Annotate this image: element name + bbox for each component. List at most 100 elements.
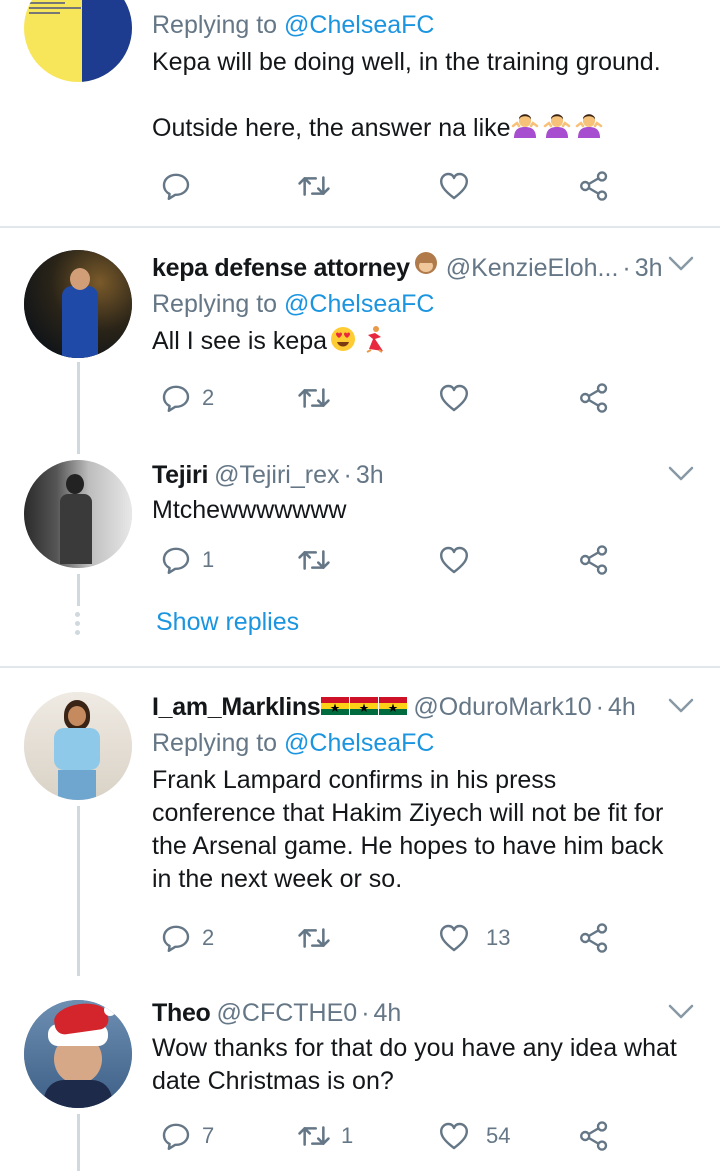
reply-button[interactable]: 2 bbox=[160, 918, 214, 958]
retweet-icon bbox=[297, 381, 331, 415]
avatar[interactable] bbox=[24, 692, 132, 800]
heart-icon bbox=[438, 544, 470, 576]
reply-count: 7 bbox=[202, 1123, 215, 1148]
share-button[interactable] bbox=[578, 166, 610, 206]
heart-icon bbox=[438, 170, 470, 202]
share-icon bbox=[578, 544, 610, 576]
share-button[interactable] bbox=[578, 1116, 610, 1156]
retweet-icon bbox=[297, 1119, 331, 1153]
reply-button[interactable]: 1 bbox=[160, 540, 214, 580]
tweet-header: Theo @CFCTHE0 · 4h bbox=[152, 996, 700, 1030]
share-icon bbox=[578, 1120, 610, 1152]
user-handle[interactable]: @Tejiri_rex bbox=[214, 458, 339, 492]
thread-dots bbox=[75, 612, 81, 639]
retweet-button[interactable]: 1 bbox=[297, 1116, 353, 1156]
tweet-header: I_am_Marklins @OduroMark10 · 4h bbox=[152, 690, 700, 724]
shrug-emoji-icon bbox=[511, 112, 539, 140]
replying-to-label: Replying to bbox=[152, 11, 278, 39]
heart-icon bbox=[438, 922, 470, 954]
reply-button[interactable] bbox=[160, 166, 192, 206]
tweet-text-line: All I see is kepa bbox=[152, 327, 328, 355]
see-no-evil-monkey-emoji-icon bbox=[412, 248, 440, 276]
user-handle[interactable]: @OduroMark10 bbox=[413, 690, 591, 724]
thread-line bbox=[77, 806, 80, 976]
retweet-count: 1 bbox=[341, 1123, 354, 1148]
tweet-4[interactable]: Theo @CFCTHE0 · 4h Wow thanks for that d… bbox=[0, 976, 720, 1171]
chevron-down-icon[interactable] bbox=[668, 256, 694, 272]
chevron-down-icon[interactable] bbox=[668, 1004, 694, 1020]
retweet-icon bbox=[297, 921, 331, 955]
replying-to: Replying to @ChelseaFC bbox=[152, 8, 700, 42]
share-button[interactable] bbox=[578, 540, 610, 580]
like-button[interactable]: 54 bbox=[438, 1116, 510, 1156]
reply-icon bbox=[160, 1120, 192, 1152]
share-icon bbox=[578, 382, 610, 414]
avatar[interactable] bbox=[24, 250, 132, 358]
like-button[interactable] bbox=[438, 166, 470, 206]
share-icon bbox=[578, 170, 610, 202]
thread-line bbox=[77, 1114, 80, 1171]
mention-link[interactable]: @ChelseaFC bbox=[284, 11, 434, 39]
tweet-text: Frank Lampard confirms in his press conf… bbox=[152, 766, 664, 893]
share-button[interactable] bbox=[578, 378, 610, 418]
chevron-down-icon[interactable] bbox=[668, 698, 694, 714]
display-name[interactable]: kepa defense attorney bbox=[152, 251, 410, 285]
shrug-emoji-icon bbox=[543, 112, 571, 140]
heart-icon bbox=[438, 382, 470, 414]
mention-link[interactable]: @ChelseaFC bbox=[284, 729, 434, 757]
retweet-button[interactable] bbox=[297, 166, 331, 206]
timestamp[interactable]: 4h bbox=[608, 690, 636, 724]
separator-dot: · bbox=[361, 999, 370, 1027]
chevron-down-icon[interactable] bbox=[668, 466, 694, 482]
separator-dot: · bbox=[622, 254, 631, 282]
replying-to-label: Replying to bbox=[152, 729, 278, 757]
timestamp[interactable]: 3h bbox=[635, 251, 663, 285]
avatar[interactable] bbox=[24, 0, 132, 82]
retweet-button[interactable] bbox=[297, 378, 331, 418]
tweet-text: All I see is kepa bbox=[152, 325, 700, 358]
tweet-2[interactable]: Tejiri @Tejiri_rex · 3h Mtchewwwwwww 1 S… bbox=[0, 448, 720, 666]
retweet-icon bbox=[297, 169, 331, 203]
avatar[interactable] bbox=[24, 460, 132, 568]
share-icon bbox=[578, 922, 610, 954]
mention-link[interactable]: @ChelseaFC bbox=[284, 290, 434, 318]
like-button[interactable] bbox=[438, 378, 470, 418]
like-button[interactable]: 13 bbox=[438, 918, 510, 958]
timestamp[interactable]: 3h bbox=[356, 458, 384, 492]
share-button[interactable] bbox=[578, 918, 610, 958]
heart-icon bbox=[438, 1120, 470, 1152]
heart-eyes-emoji-icon bbox=[329, 325, 357, 353]
user-handle[interactable]: @CFCTHE0 bbox=[217, 996, 358, 1030]
reply-count: 2 bbox=[202, 385, 215, 410]
replying-to-label: Replying to bbox=[152, 290, 278, 318]
reply-icon bbox=[160, 922, 192, 954]
tweet-text: Kepa will be doing well, in the training… bbox=[152, 46, 700, 145]
reply-icon bbox=[160, 170, 192, 202]
like-button[interactable] bbox=[438, 540, 470, 580]
display-name[interactable]: Theo bbox=[152, 996, 211, 1030]
avatar[interactable] bbox=[24, 1000, 132, 1108]
display-name[interactable]: I_am_Marklins bbox=[152, 690, 321, 724]
tweet-3[interactable]: I_am_Marklins @OduroMark10 · 4h Replying… bbox=[0, 668, 720, 976]
retweet-button[interactable] bbox=[297, 918, 331, 958]
show-replies-link[interactable]: Show replies bbox=[156, 608, 299, 637]
like-count: 13 bbox=[486, 925, 511, 950]
tweet-header: kepa defense attorney @KenzieEloh... · 3… bbox=[152, 248, 700, 285]
timestamp[interactable]: 4h bbox=[374, 996, 402, 1030]
thread-line bbox=[77, 574, 80, 606]
display-name[interactable]: Tejiri bbox=[152, 458, 208, 492]
tweet-0[interactable]: Replying to @ChelseaFC Kepa will be doin… bbox=[0, 0, 720, 226]
tweet-text-line: Kepa will be doing well, in the training… bbox=[152, 48, 661, 76]
like-count: 54 bbox=[486, 1123, 511, 1148]
shrug-emoji-icon bbox=[575, 112, 603, 140]
retweet-button[interactable] bbox=[297, 540, 331, 580]
replying-to: Replying to @ChelseaFC bbox=[152, 726, 700, 760]
reply-button[interactable]: 7 bbox=[160, 1116, 214, 1156]
thread-line bbox=[77, 362, 80, 454]
reply-count: 1 bbox=[202, 547, 215, 572]
reply-button[interactable]: 2 bbox=[160, 378, 214, 418]
tweet-1[interactable]: kepa defense attorney @KenzieEloh... · 3… bbox=[0, 228, 720, 454]
user-handle[interactable]: @KenzieEloh... bbox=[446, 251, 619, 285]
ghana-flag-icon bbox=[379, 697, 407, 715]
reply-icon bbox=[160, 544, 192, 576]
